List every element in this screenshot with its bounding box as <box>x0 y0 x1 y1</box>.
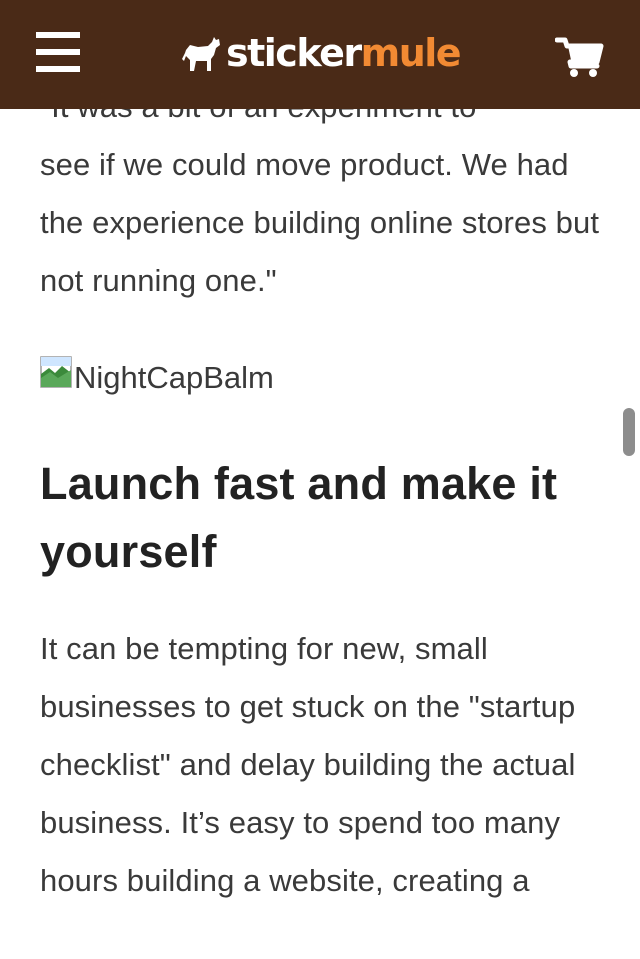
menu-bar <box>36 66 80 72</box>
menu-bar <box>36 32 80 38</box>
body-paragraph: It can be tempting for new, small busine… <box>40 631 576 898</box>
section-heading: Launch fast and make it yourself <box>40 458 558 577</box>
broken-image: NightCapBalm <box>40 348 610 408</box>
menu-bar <box>36 49 80 55</box>
hamburger-menu-icon[interactable] <box>36 32 82 74</box>
article-content: "It was a bit of an experiment to see if… <box>40 78 610 910</box>
image-alt-text: NightCapBalm <box>74 360 274 395</box>
mule-logo-icon <box>182 37 220 71</box>
page: stickermule "It was a bit of an experime… <box>0 0 640 959</box>
broken-image-icon <box>40 356 72 388</box>
top-navigation-bar: sticker mule <box>0 0 640 109</box>
stickermule-logo[interactable]: sticker mule <box>180 26 462 80</box>
scrollbar-thumb[interactable] <box>623 408 635 456</box>
logo-text-mule: mule <box>360 31 462 75</box>
quote-paragraph: see if we could move product. We had the… <box>40 147 600 298</box>
shopping-cart-icon[interactable] <box>554 36 605 78</box>
logo-text-sticker: sticker <box>226 31 362 75</box>
